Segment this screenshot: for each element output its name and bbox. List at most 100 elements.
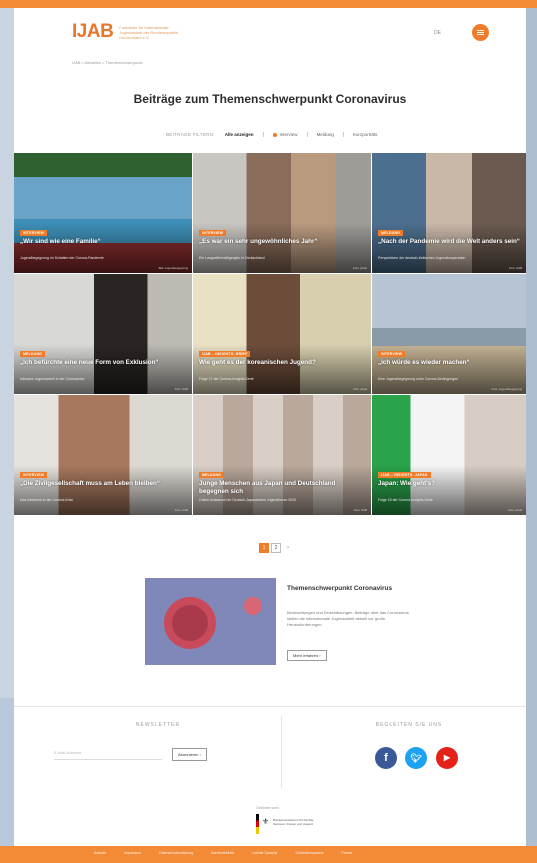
footer-bar: Kontakt Impressum Datenschutzerklärung B… (0, 846, 537, 863)
newsletter-title: NEWSLETTER (135, 722, 181, 728)
logo[interactable]: IJAB Fachstelle für Internationale Jugen… (72, 21, 191, 43)
card-credit: Foto: IJAB (174, 508, 188, 512)
card-subtitle: Folge 18 der Corona-Insights-Serie (378, 498, 433, 502)
filter-bar: BEITRÄGE FILTERN: Alle anzeigen Intervie… (166, 132, 386, 137)
divider-vertical (281, 716, 282, 788)
right-background-strip (526, 8, 537, 848)
teaser-text: Beobachtungen und Einschätzungen: Beiträ… (287, 610, 409, 627)
funding-label: Gefördert vom: (256, 806, 280, 810)
article-card[interactable]: INTERVIEW „Ich würde es wieder machen“ E… (372, 274, 526, 394)
filter-all-label: Alle anzeigen (224, 132, 254, 137)
logo-tagline: Fachstelle für Internationale Jugendarbe… (119, 24, 179, 40)
eagle-icon: ⚜ (262, 817, 270, 826)
article-card[interactable]: INTERVIEW „Es war ein sehr ungewöhnliche… (193, 153, 371, 273)
page: IJAB Fachstelle für Internationale Jugen… (14, 8, 526, 848)
menu-button[interactable] (472, 24, 489, 41)
article-card[interactable]: MELDUNG „Ich befürchte eine neue Form vo… (14, 274, 192, 394)
footer-link-gebaerdensprache[interactable]: Gebärdensprache (296, 851, 324, 855)
teaser-image-virus[interactable] (145, 578, 276, 665)
teaser-title: Themenschwerpunkt Coronavirus (287, 585, 393, 592)
card-tag: INTERVIEW (199, 230, 227, 236)
page-1-button[interactable]: 1 (259, 543, 269, 553)
card-tag: IJAB – INSIGHTS: BRIEF (199, 351, 251, 357)
filter-separator (342, 132, 344, 137)
footer-link-presse[interactable]: Presse (342, 851, 353, 855)
footer-link-kontakt[interactable]: Kontakt (94, 851, 106, 855)
card-subtitle: Perspektiven der deutsch-türkischen Juge… (378, 256, 466, 260)
card-tag: INTERVIEW (20, 230, 48, 236)
card-subtitle: Inklusive Jugendarbeit in der Coronakris… (20, 377, 85, 381)
card-subtitle: Eine Jugendbegegnung unter Corona-Beding… (378, 377, 459, 381)
card-title: „Es war ein sehr ungewöhnliches Jahr“ (199, 238, 318, 245)
card-credit: Foto: IJAB (174, 387, 188, 391)
card-tag: INTERVIEW (378, 351, 406, 357)
card-credit: Foto: privat (353, 266, 367, 270)
article-card[interactable]: INTERVIEW „Die Zivilgesellschaft muss am… (14, 395, 192, 515)
left-background-panel (0, 8, 14, 698)
ministry-name: Bundesministerium für Familie, Senioren,… (273, 818, 315, 826)
card-tag: MELDUNG (20, 351, 46, 357)
language-switcher[interactable]: DE (434, 30, 441, 36)
card-title: „Wir sind wie eine Familie“ (20, 238, 101, 245)
page-title: Beiträge zum Themenschwerpunkt Coronavir… (133, 92, 407, 106)
flag-icon (256, 814, 259, 834)
card-tag: MELDUNG (199, 472, 225, 478)
card-credit: Bild: Jugendbegegnung (158, 266, 188, 270)
facebook-icon[interactable]: f (375, 747, 397, 769)
article-card[interactable]: IJAB – INSIGHTS: JAPAN Japan: Wie geht's… (372, 395, 526, 515)
card-title: „Ich würde es wieder machen“ (378, 359, 470, 366)
footer-links: Kontakt Impressum Datenschutzerklärung B… (94, 851, 370, 855)
youtube-icon[interactable]: ▶ (436, 747, 458, 769)
filter-label: BEITRÄGE FILTERN: (166, 132, 215, 137)
newsletter-email-input[interactable]: E-Mail-Adresse (54, 746, 162, 760)
card-title: Junge Menschen aus Japan und Deutschland… (199, 480, 336, 495)
filter-kurzportraets-label: Kurzporträts (352, 132, 378, 137)
card-subtitle: Jugendbegegnung im Schatten der Corona-P… (20, 256, 104, 260)
article-card[interactable]: IJAB – INSIGHTS: BRIEF Wie geht es der k… (193, 274, 371, 394)
card-tag: INTERVIEW (20, 472, 48, 478)
card-subtitle: Das Netzwerk in der Corona-Krise (20, 498, 74, 502)
card-subtitle: Ein Langzeitfreiwilligenjahr in Deutschl… (199, 256, 265, 260)
card-subtitle: Folge 17 der Corona-Insights-Serie (199, 377, 254, 381)
article-grid: INTERVIEW „Wir sind wie eine Familie“ Ju… (14, 153, 526, 515)
teaser-more-button[interactable]: Mehr erfahren › (287, 650, 327, 661)
card-credit: Foto: privat (508, 508, 522, 512)
page-2-button[interactable]: 2 (271, 543, 281, 553)
card-credit: Foto: Jugendbegegnung (491, 387, 522, 391)
filter-separator (306, 132, 308, 137)
article-card[interactable]: MELDUNG Junge Menschen aus Japan und Deu… (193, 395, 371, 515)
menu-bar (477, 32, 484, 33)
filter-meldung[interactable]: Meldung (317, 132, 334, 137)
divider (14, 706, 526, 707)
filter-interview-label: Interview (279, 132, 298, 137)
filter-separator (262, 132, 264, 137)
logo-text: IJAB (72, 21, 114, 42)
twitter-icon[interactable]: 🐦︎ (405, 747, 427, 769)
card-credit: Foto: IJAB (353, 508, 367, 512)
breadcrumb[interactable]: IJAB > Aktuelles > Themenschwerpunkt (72, 60, 143, 65)
top-accent-bar (0, 0, 537, 8)
menu-bar (477, 30, 484, 31)
next-page-icon[interactable]: › (283, 543, 293, 553)
card-tag: MELDUNG (378, 230, 404, 236)
ministry-logo[interactable]: ⚜ Bundesministerium für Familie, Seniore… (256, 814, 316, 834)
footer-link-impressum[interactable]: Impressum (124, 851, 141, 855)
card-tag: IJAB – INSIGHTS: JAPAN (378, 472, 431, 478)
card-credit: Foto: privat (353, 387, 367, 391)
card-title: „Ich befürchte eine neue Form von Exklus… (20, 359, 159, 366)
filter-meldung-label: Meldung (316, 132, 334, 137)
footer-link-leichte-sprache[interactable]: Leichte Sprache (252, 851, 277, 855)
newsletter-subscribe-button[interactable]: Abonnieren › (172, 748, 207, 761)
card-credit: Foto: IJAB (508, 266, 522, 270)
card-title: Japan: Wie geht's? (378, 480, 436, 487)
article-card[interactable]: MELDUNG „Nach der Pandemie wird die Welt… (372, 153, 526, 273)
article-card[interactable]: INTERVIEW „Wir sind wie eine Familie“ Ju… (14, 153, 192, 273)
footer-link-barrierefreiheit[interactable]: Barrierefreiheit (211, 851, 234, 855)
filter-all[interactable]: Alle anzeigen (225, 132, 254, 137)
filter-kurzportraets[interactable]: Kurzporträts (353, 132, 378, 137)
pagination: 1 2 › (259, 543, 295, 553)
filter-interview[interactable]: Interview (272, 132, 298, 137)
footer-link-datenschutz[interactable]: Datenschutzerklärung (159, 851, 193, 855)
filter-dot-icon (272, 132, 277, 137)
menu-bar (477, 34, 484, 35)
